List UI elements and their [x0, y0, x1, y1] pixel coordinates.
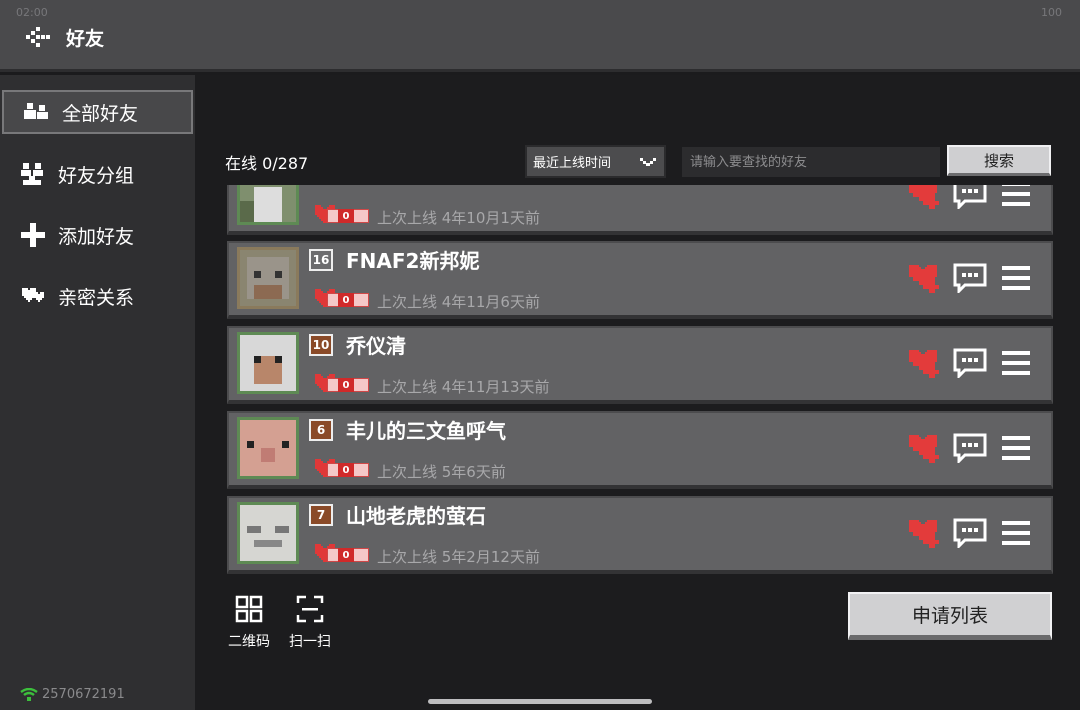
chat-icon[interactable] [953, 433, 987, 463]
qr-code-icon [235, 595, 263, 623]
sort-dropdown[interactable]: 最近上线时间 [525, 145, 666, 178]
scan-icon [296, 595, 324, 623]
last-online-text: 上次上线 5年2月12天前 [377, 548, 540, 566]
avatar [237, 332, 299, 394]
status-battery: 100 [1041, 6, 1062, 19]
last-online-text: 上次上线 4年11月6天前 [377, 293, 540, 311]
user-id: 2570672191 [20, 687, 125, 702]
friend-name: 山地老虎的萤石 [346, 504, 486, 528]
heart-up-icon[interactable] [907, 518, 941, 548]
sidebar-item-label: 全部好友 [62, 102, 139, 125]
header-bar: 02:00 100 好友 [0, 0, 1080, 72]
intimacy-value: 0 [338, 378, 354, 392]
back-button[interactable]: 好友 [26, 22, 104, 52]
friend-row[interactable]: 10 乔仪清 0 上次上线 4年11月13天前 [227, 326, 1053, 404]
heart-up-icon[interactable] [907, 263, 941, 293]
intimacy-meter: 0 [313, 203, 371, 225]
friend-row[interactable]: 7 山地老虎的萤石 0 上次上线 5年2月12天前 [227, 496, 1053, 574]
search-input[interactable] [682, 147, 940, 177]
group-icon [20, 162, 46, 186]
intimacy-value: 0 [338, 209, 354, 223]
wifi-icon [20, 688, 38, 701]
chevron-down-icon [640, 158, 656, 166]
sidebar-item-intimacy[interactable]: 亲密关系 [0, 274, 193, 318]
heart-up-icon[interactable] [907, 185, 941, 209]
heart-up-icon[interactable] [907, 348, 941, 378]
plus-icon [20, 223, 46, 247]
intimacy-meter: 0 [313, 287, 371, 309]
intimacy-meter: 0 [313, 457, 371, 479]
last-online-text: 上次上线 4年10月1天前 [377, 209, 540, 227]
scan-label: 扫一扫 [289, 634, 331, 650]
last-online-text: 上次上线 4年11月13天前 [377, 378, 550, 396]
online-count: 在线 0/287 [225, 154, 309, 173]
level-badge: 10 [309, 334, 333, 356]
main-panel: 在线 0/287 最近上线时间 搜索 0 上次上线 4年10月1天前 [195, 75, 1080, 710]
sidebar-item-label: 好友分组 [58, 164, 135, 187]
sidebar-item-add-friend[interactable]: 添加好友 [0, 213, 193, 257]
home-indicator[interactable] [428, 699, 652, 704]
avatar [237, 185, 299, 225]
sidebar-item-label: 添加好友 [58, 225, 135, 248]
level-badge: 16 [309, 249, 333, 271]
chat-icon[interactable] [953, 518, 987, 548]
intimacy-meter: 0 [313, 542, 371, 564]
qr-code-button[interactable]: 二维码 [223, 595, 275, 651]
menu-icon[interactable] [999, 433, 1033, 463]
scan-button[interactable]: 扫一扫 [284, 595, 336, 651]
friend-name: 丰儿的三文鱼呼气 [346, 419, 506, 443]
chat-icon[interactable] [953, 185, 987, 209]
level-badge: 7 [309, 504, 333, 526]
search-button[interactable]: 搜索 [947, 145, 1051, 176]
menu-icon[interactable] [999, 185, 1033, 209]
intimacy-value: 0 [338, 548, 354, 562]
menu-icon[interactable] [999, 518, 1033, 548]
sidebar-item-groups[interactable]: 好友分组 [0, 152, 193, 196]
sidebar-item-label: 亲密关系 [58, 286, 135, 309]
people-icon [24, 100, 50, 124]
level-badge: 6 [309, 419, 333, 441]
page-title: 好友 [66, 27, 105, 50]
friend-list[interactable]: 0 上次上线 4年10月1天前 16 FNAF2新邦妮 0 上次上线 4年11月… [227, 185, 1053, 575]
qr-code-label: 二维码 [228, 634, 270, 650]
menu-icon[interactable] [999, 263, 1033, 293]
sidebar: 全部好友 好友分组 添加好友 亲密关系 2570672191 [0, 75, 195, 710]
sort-value: 最近上线时间 [533, 156, 612, 171]
request-list-button[interactable]: 申请列表 [848, 592, 1052, 640]
user-id-text: 2570672191 [42, 687, 125, 702]
intimacy-meter: 0 [313, 372, 371, 394]
friend-row[interactable]: 6 丰儿的三文鱼呼气 0 上次上线 5年6天前 [227, 411, 1053, 489]
chat-icon[interactable] [953, 348, 987, 378]
friend-name: FNAF2新邦妮 [346, 249, 480, 273]
heart-up-icon[interactable] [907, 433, 941, 463]
avatar [237, 417, 299, 479]
friend-row[interactable]: 16 FNAF2新邦妮 0 上次上线 4年11月6天前 [227, 241, 1053, 319]
menu-icon[interactable] [999, 348, 1033, 378]
intimacy-value: 0 [338, 463, 354, 477]
friend-name: 乔仪清 [346, 334, 406, 358]
friend-row[interactable]: 0 上次上线 4年10月1天前 [227, 185, 1053, 235]
last-online-text: 上次上线 5年6天前 [377, 463, 506, 481]
status-time: 02:00 [16, 6, 48, 19]
back-arrow-icon [26, 27, 52, 47]
avatar [237, 247, 299, 309]
chat-icon[interactable] [953, 263, 987, 293]
friends-screen: 02:00 100 好友 全部好友 好友分组 添加好友 亲密关系 2570672… [0, 0, 1080, 710]
intimacy-value: 0 [338, 293, 354, 307]
hearts-icon [20, 284, 46, 308]
sidebar-item-all-friends[interactable]: 全部好友 [2, 90, 193, 134]
avatar [237, 502, 299, 564]
